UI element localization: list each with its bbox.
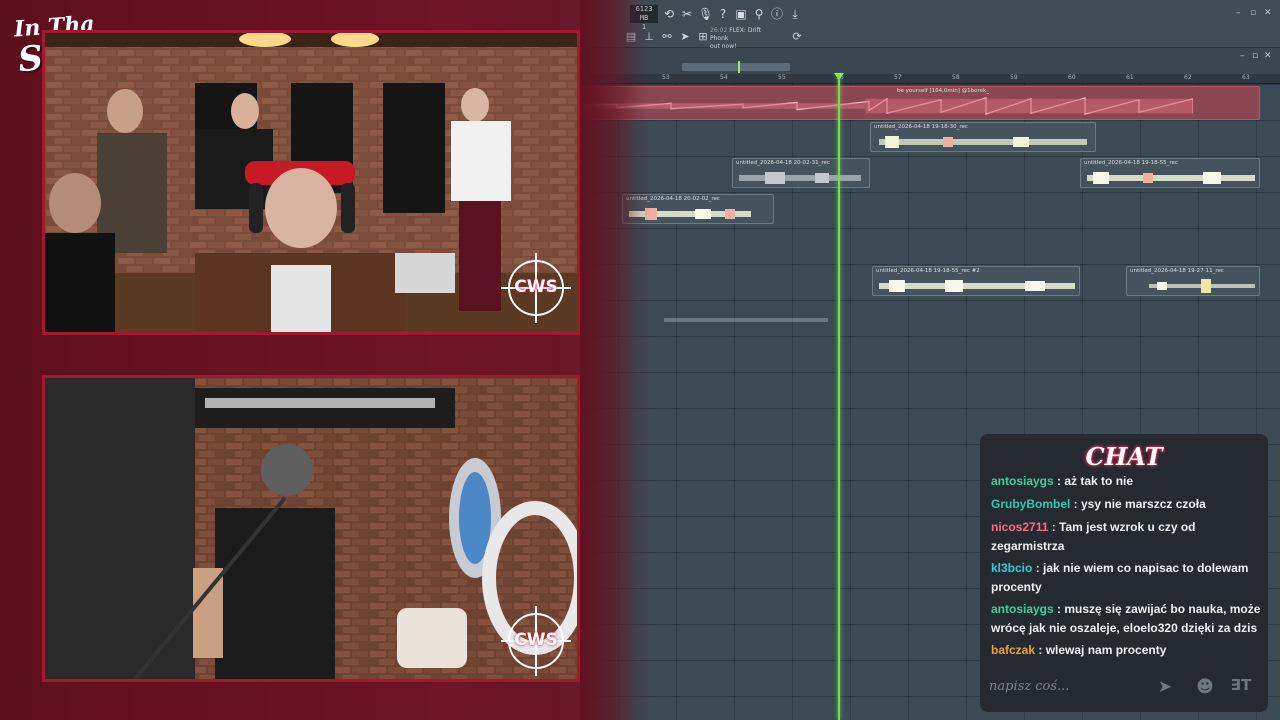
- audio-clip[interactable]: untitled_2026-04-18 19-27-11_rec: [1126, 266, 1260, 296]
- cart-icon[interactable]: ⊞: [696, 30, 710, 44]
- chat-message: nicos2711 : Tam jest wzrok u czy od zega…: [991, 518, 1261, 556]
- faint-clip[interactable]: [664, 318, 828, 322]
- ruler-label: 61: [1126, 74, 1134, 81]
- clip-label: untitled_2026-04-18 19-18-55_rec #2: [876, 268, 980, 274]
- ruler-label: 58: [952, 74, 960, 81]
- vocal-booth-camera-feed: CWS: [42, 375, 580, 682]
- chat-username[interactable]: antosiaygs: [991, 602, 1054, 616]
- cws-watermark: CWS: [501, 606, 571, 676]
- chat-message: antosiaygs : muszę się zawijać bo nauka,…: [991, 600, 1261, 638]
- clip-label: be yourself [164,0min] @1borek_: [897, 88, 989, 94]
- chat-message: GrubyBombel : ysy nie marszcz czoła: [991, 495, 1261, 514]
- ruler-label: 55: [778, 74, 786, 81]
- plugin-icon[interactable]: ⚲: [752, 7, 766, 21]
- bttv-icon[interactable]: ∃T: [1230, 676, 1252, 698]
- chat-username[interactable]: bafczak: [991, 643, 1035, 657]
- download-icon[interactable]: ⤓: [788, 7, 802, 21]
- ruler-label: 62: [1184, 74, 1192, 81]
- studio-camera-feed: CWS: [42, 30, 580, 335]
- audio-clip[interactable]: untitled_2026-04-18 19-18-55_rec: [1080, 158, 1260, 188]
- timeline-ruler[interactable]: 53 54 55 56 57 58 59 60 61 62 63: [560, 74, 1280, 84]
- emoji-icon[interactable]: ☻: [1194, 676, 1216, 698]
- playlist-maximize-icon[interactable]: ▫: [1252, 51, 1258, 61]
- playlist-close-icon[interactable]: ✕: [1264, 51, 1272, 61]
- clip-label: untitled_2026-04-18 19-18-55_rec: [1084, 160, 1178, 166]
- ruler-label: 59: [1010, 74, 1018, 81]
- waveform: [1087, 172, 1255, 184]
- waveform: [563, 97, 1193, 115]
- cws-watermark: CWS: [501, 253, 571, 323]
- booth-scene: [45, 378, 577, 679]
- save-icon[interactable]: ▣: [734, 7, 748, 21]
- ruler-label: 60: [1068, 74, 1076, 81]
- watermark-text: CWS: [514, 630, 558, 650]
- chat-text: : aż tak to nie: [1053, 474, 1134, 488]
- waveform: [879, 136, 1087, 148]
- send-icon[interactable]: ➤: [1154, 676, 1176, 698]
- studio-scene: [45, 33, 577, 332]
- chat-title: CHAT: [1085, 442, 1163, 471]
- chat-username[interactable]: nicos2711: [991, 520, 1048, 534]
- chat-message: bafczak : wlewaj nam procenty: [991, 641, 1261, 660]
- chat-username[interactable]: antosiaygs: [991, 474, 1054, 488]
- audio-clip[interactable]: untitled_2026-04-18 19-18-55_rec #2: [872, 266, 1080, 296]
- waveform: [739, 172, 861, 184]
- chat-text: : ysy nie marszcz czoła: [1070, 497, 1206, 511]
- chat-message: antosiaygs : aż tak to nie: [991, 472, 1261, 491]
- chat-message: kl3bcio : jak nie wiem co napisac to dol…: [991, 559, 1261, 597]
- waveform: [879, 280, 1075, 292]
- audio-clip[interactable]: untitled_2026-04-18 19-18-30_rec: [870, 122, 1096, 152]
- daw-toolbar: 6123 MB 1 ⟲ ✂ 🎙 ? ▣ ⚲ ⓘ ⤓ ▤ ⊥ ⚯ ➤ ⊞ 26:0…: [560, 0, 1280, 50]
- pointer-icon[interactable]: ➤: [678, 30, 692, 44]
- info-icon[interactable]: ⓘ: [770, 7, 784, 21]
- waveform: [1149, 279, 1255, 293]
- chat-username[interactable]: kl3bcio: [991, 561, 1032, 575]
- stream-layout: 6123 MB 1 ⟲ ✂ 🎙 ? ▣ ⚲ ⓘ ⤓ ▤ ⊥ ⚯ ➤ ⊞ 26:0…: [0, 0, 1280, 720]
- playlist-minimize-icon[interactable]: –: [1240, 51, 1245, 61]
- hint-bar: 26:02 FLEX: Drift Phonk out now!: [710, 27, 780, 50]
- cut-icon[interactable]: ✂: [680, 7, 694, 21]
- clip-label: untitled_2026-04-18 20-02-31_rec: [736, 160, 830, 166]
- maximize-icon[interactable]: ▫: [1250, 8, 1256, 18]
- help-icon[interactable]: ?: [716, 7, 730, 21]
- ruler-label: 57: [894, 74, 902, 81]
- microphone-icon[interactable]: 🎙: [698, 7, 713, 21]
- watermark-text: CWS: [514, 277, 558, 297]
- playlist-header: – ▫ ✕: [560, 48, 1280, 74]
- overlay-fade: [580, 0, 650, 720]
- minimize-icon[interactable]: –: [1236, 8, 1241, 18]
- chat-text: : wlewaj nam procenty: [1035, 643, 1167, 657]
- undo-icon[interactable]: ⟲: [662, 7, 676, 21]
- close-icon[interactable]: ✕: [1264, 8, 1272, 18]
- ruler-label: 53: [662, 74, 670, 81]
- audio-clip[interactable]: be yourself [164,0min] @1borek_: [560, 86, 1260, 120]
- ruler-label: 63: [1242, 74, 1250, 81]
- playlist-scrollbar[interactable]: [682, 63, 790, 71]
- chat-username[interactable]: GrubyBombel: [991, 497, 1070, 511]
- clip-label: untitled_2026-04-18 19-27-11_rec: [1130, 268, 1224, 274]
- refresh-icon[interactable]: ⟳: [790, 30, 804, 44]
- chat-input[interactable]: [989, 672, 1159, 700]
- scroll-position-marker: [738, 61, 740, 73]
- clip-label: untitled_2026-04-18 19-18-30_rec: [874, 124, 968, 130]
- link-icon[interactable]: ⚯: [660, 30, 674, 44]
- playhead[interactable]: [838, 74, 840, 720]
- audio-clip[interactable]: untitled_2026-04-18 20-02-31_rec: [732, 158, 870, 188]
- ruler-label: 54: [720, 74, 728, 81]
- chat-panel: CHAT antosiaygs : aż tak to nie GrubyBom…: [980, 434, 1268, 712]
- hint-time: 26:02: [710, 27, 728, 34]
